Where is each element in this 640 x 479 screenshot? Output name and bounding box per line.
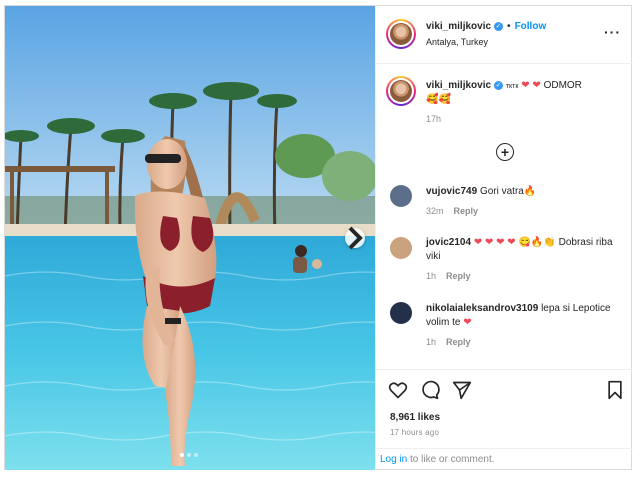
- pool-photo-illustration: [5, 6, 375, 470]
- author-username[interactable]: viki_miljkovic: [426, 21, 491, 32]
- caption-text: ODMOR: [543, 80, 582, 91]
- paper-plane-icon[interactable]: [452, 380, 472, 400]
- carousel-dot: [187, 453, 191, 457]
- bookmark-icon[interactable]: [605, 380, 625, 400]
- comment-item: nikolaialeksandrov3109 lepa si Lepotice …: [426, 302, 626, 330]
- comment-text: Gori vatra🔥: [479, 186, 537, 197]
- comment-meta: 1h Reply: [426, 337, 471, 348]
- caption-age: 17h: [426, 114, 442, 124]
- caption-text-small: тктк: [505, 83, 519, 90]
- post-details-panel: viki_miljkovic ✓ • Follow Antalya, Turkey ·…: [375, 6, 633, 470]
- comment-item: jovic2104 ❤ ❤ ❤ ❤ 😋🔥👏 Dobrasi riba viki: [426, 236, 626, 264]
- comment-username[interactable]: vujovic749: [426, 186, 477, 197]
- caption-avatar[interactable]: [386, 76, 416, 106]
- caption-emojis: 🥰🥰: [426, 94, 451, 105]
- like-count[interactable]: 8,961 likes: [390, 412, 440, 423]
- verified-badge-icon: ✓: [494, 21, 504, 31]
- comments-section: viki_miljkovic ✓ тктк ❤ ❤ ODMOR 🥰🥰 17h + …: [376, 64, 633, 369]
- verified-badge-icon: ✓: [494, 80, 504, 90]
- author-avatar[interactable]: [386, 19, 416, 49]
- comment-username[interactable]: nikolaialeksandrov3109: [426, 303, 538, 314]
- comment-bubble-icon[interactable]: [420, 380, 440, 400]
- login-link[interactable]: Log in: [380, 454, 407, 465]
- reply-button[interactable]: Reply: [446, 271, 471, 281]
- comment-age: 1h: [426, 337, 437, 347]
- post-header: viki_miljkovic ✓ • Follow Antalya, Turkey ·…: [376, 6, 633, 64]
- separator-dot: •: [507, 21, 511, 32]
- heart-icon[interactable]: [388, 380, 408, 400]
- carousel-dot: [194, 453, 198, 457]
- follow-button[interactable]: Follow: [515, 21, 547, 32]
- commenter-avatar[interactable]: [390, 302, 412, 324]
- reply-button[interactable]: Reply: [454, 206, 479, 216]
- commenter-avatar[interactable]: [390, 237, 412, 259]
- more-options-icon[interactable]: ···: [604, 25, 621, 39]
- carousel-dot: [180, 453, 184, 457]
- comment-hearts: ❤ ❤ ❤ ❤: [473, 237, 516, 248]
- caption-username[interactable]: viki_miljkovic: [426, 80, 491, 91]
- login-prompt: Log in to like or comment.: [376, 448, 633, 470]
- login-prompt-text: to like or comment.: [410, 454, 495, 465]
- post-timestamp[interactable]: 17 hours ago: [390, 428, 439, 437]
- post-location[interactable]: Antalya, Turkey: [426, 37, 488, 47]
- comment-meta: 32m Reply: [426, 206, 478, 217]
- carousel-next-button[interactable]: [345, 226, 365, 250]
- comment-age: 32m: [426, 206, 444, 216]
- comment-meta: 1h Reply: [426, 271, 471, 282]
- reply-button[interactable]: Reply: [446, 337, 471, 347]
- commenter-avatar[interactable]: [390, 185, 412, 207]
- carousel-indicator: [180, 453, 198, 457]
- comment-age: 1h: [426, 271, 437, 281]
- chevron-right-icon: [348, 226, 363, 250]
- post-caption: viki_miljkovic ✓ тктк ❤ ❤ ODMOR 🥰🥰: [426, 79, 626, 106]
- comment-username[interactable]: jovic2104: [426, 237, 471, 248]
- post-photo[interactable]: [5, 6, 375, 470]
- comment-heart: ❤: [463, 317, 472, 328]
- instagram-post: viki_miljkovic ✓ • Follow Antalya, Turkey ·…: [4, 5, 633, 470]
- comment-item: vujovic749 Gori vatra🔥: [426, 185, 626, 199]
- add-comment-plus-icon[interactable]: +: [496, 143, 514, 161]
- comment-emojis: 😋🔥👏: [518, 237, 556, 248]
- caption-hearts: ❤ ❤: [521, 80, 541, 91]
